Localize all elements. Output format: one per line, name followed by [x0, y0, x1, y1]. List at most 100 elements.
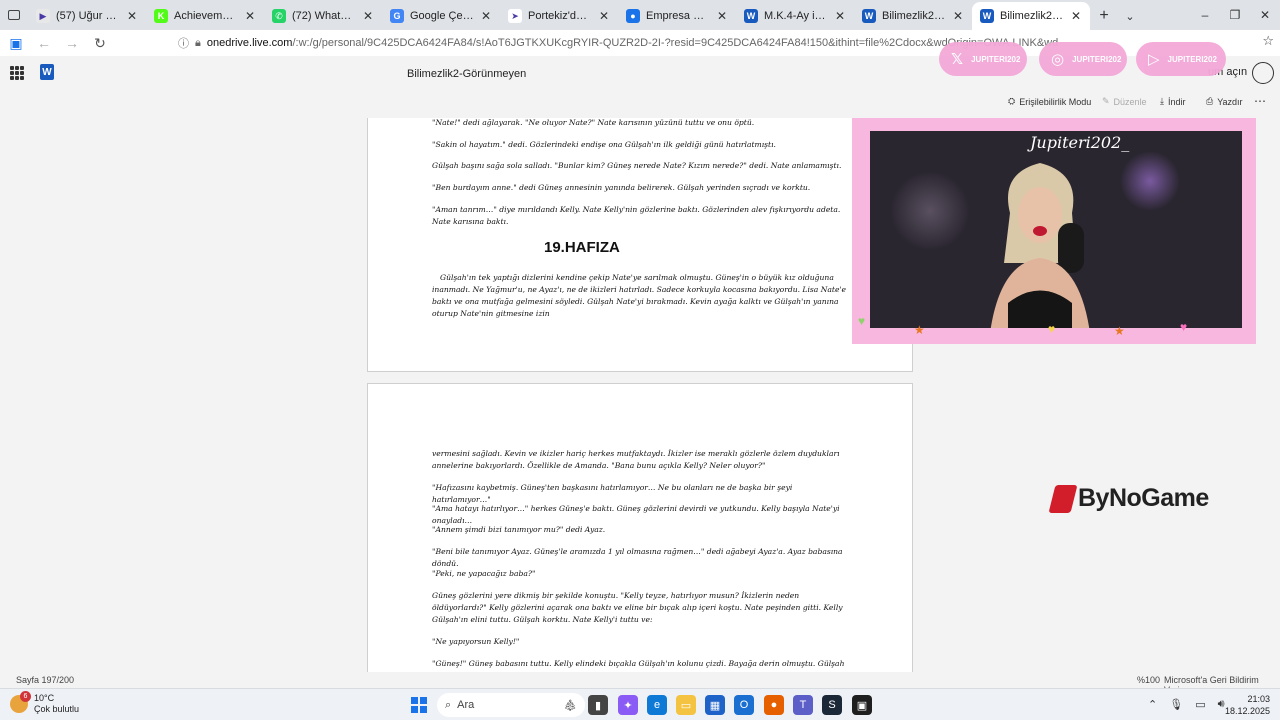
teams-icon[interactable]: T — [793, 695, 813, 715]
browser-tab[interactable]: ● Empresa Online | Servi ✕ — [618, 2, 736, 30]
minimize-icon[interactable]: – — [1190, 0, 1220, 30]
youtube-social-badge: ▷ JUPITERI202 — [1136, 42, 1226, 76]
word-logo-icon[interactable]: W — [40, 64, 54, 80]
zoom-level[interactable]: %100 — [1137, 675, 1160, 685]
new-tab-button[interactable]: + — [1090, 2, 1118, 30]
app-launcher-icon[interactable] — [10, 66, 24, 80]
tab-favicon-icon: ▶ — [36, 9, 50, 23]
back-icon[interactable]: ← — [32, 31, 56, 55]
file-explorer-icon[interactable]: ▭ — [676, 695, 696, 715]
browser-tab[interactable]: ✆ (72) WhatsApp Business ✕ — [264, 2, 382, 30]
stream-name-label: Jupiteri202_ — [1030, 133, 1130, 152]
url-field[interactable]: ⓘ 🔒︎ onedrive.live.com/:w:/g/personal/9C… — [178, 33, 1058, 53]
outlook-icon[interactable]: O — [734, 695, 754, 715]
paragraph: Gülşah başını sağa sola salladı. "Bunlar… — [432, 161, 842, 170]
light-glow — [890, 171, 970, 251]
close-icon[interactable]: ✕ — [1250, 0, 1280, 30]
start-windows-icon[interactable] — [411, 697, 427, 713]
paragraph: vermesini sağladı. Kevin ve ikizler hari… — [432, 449, 840, 470]
tab-close-icon[interactable]: ✕ — [716, 9, 728, 23]
chapter-heading: 19.HAFIZA — [544, 239, 620, 256]
document-page: "Nate!" dedi ağlayarak. "Ne oluyor Nate?… — [367, 118, 913, 372]
tab-label: M.K.4-Ay işiği.docx — [764, 10, 828, 22]
store-icon[interactable]: ▦ — [705, 695, 725, 715]
tab-label: Google Çeviri — [410, 10, 474, 22]
paragraph: "Aman tanrım…" diye mırıldandı Kelly. Na… — [432, 205, 841, 226]
streamer-figure — [990, 163, 1090, 328]
steam-icon[interactable]: S — [822, 695, 842, 715]
browser-tab[interactable]: W M.K.4-Ay işiği.docx ✕ — [736, 2, 854, 30]
avatar[interactable] — [1252, 62, 1274, 84]
microphone-icon[interactable]: 🎙︎ — [1169, 698, 1183, 711]
accessibility-label: Erişilebilirlik Modu — [1019, 96, 1092, 107]
browser-tab[interactable]: K Achievements - Kick Dr ✕ — [146, 2, 264, 30]
clock[interactable]: 21:03 18.12.2025 — [1225, 693, 1270, 717]
instagram-social-badge: ◎ JUPITERI202 — [1039, 42, 1127, 76]
sidebar-icon[interactable]: ▣ — [4, 31, 28, 55]
pencil-icon: ✎ — [1102, 96, 1110, 106]
restore-icon[interactable]: ❐ — [1220, 0, 1250, 30]
tab-label: Achievements - Kick Dr — [174, 10, 238, 22]
edit-button[interactable]: ✎ Düzenle — [1102, 96, 1147, 107]
accessibility-mode-button[interactable]: ⛭ Erişilebilirlik Modu — [1008, 96, 1091, 107]
reload-icon[interactable]: ↻ — [88, 31, 112, 55]
weather-desc: Çok bulutlu — [34, 704, 80, 714]
favorite-star-icon[interactable]: ☆ — [1262, 33, 1274, 49]
browser-tab[interactable]: G Google Çeviri ✕ — [382, 2, 500, 30]
taskbar-search[interactable]: ⌕ Ara 🎄︎ — [437, 693, 585, 717]
tab-close-icon[interactable]: ✕ — [834, 9, 846, 23]
browser-tab[interactable]: ➤ Portekiz'de Yabancı Ola ✕ — [500, 2, 618, 30]
tab-strip: ▶ (57) Uğur Öztürk x Mol ✕ K Achievements - … — [0, 0, 1280, 30]
tab-label: (57) Uğur Öztürk x Mol — [56, 10, 120, 22]
browser-tab[interactable]: W Bilimezlik2-Görünmeye ✕ — [854, 2, 972, 30]
tab-close-icon[interactable]: ✕ — [126, 9, 138, 23]
browser-tab[interactable]: ▶ (57) Uğur Öztürk x Mol ✕ — [28, 2, 146, 30]
tab-label: Bilimezlik2-Görünmeye — [882, 10, 946, 22]
task-view-icon[interactable]: ▮ — [588, 695, 608, 715]
tab-favicon-icon: W — [862, 9, 876, 23]
tab-close-icon[interactable]: ✕ — [480, 9, 492, 23]
weather-widget[interactable]: 6 10°C Çok bulutlu — [10, 691, 80, 715]
browser-tab[interactable]: W Bilimezlik2-Görünmeye ✕ — [972, 2, 1090, 30]
tab-close-icon[interactable]: ✕ — [952, 9, 964, 23]
tab-label: (72) WhatsApp Business — [292, 10, 356, 22]
tab-close-icon[interactable]: ✕ — [244, 9, 256, 23]
tab-close-icon[interactable]: ✕ — [1070, 9, 1082, 23]
paragraph: "Güneş!" Güneş babasını tuttu. Kelly eli… — [432, 659, 845, 672]
tab-close-icon[interactable]: ✕ — [362, 9, 374, 23]
paragraph: Gülşah'ın tek yaptığı dizlerini kendine … — [432, 273, 847, 318]
status-bar: Sayfa 197/200 %100 Microsoft'a Geri Bild… — [0, 672, 1280, 695]
tab-favicon-icon: W — [744, 9, 758, 23]
tab-favicon-icon: ✆ — [272, 9, 286, 23]
tab-actions-icon[interactable] — [0, 0, 28, 30]
forward-icon[interactable]: → — [60, 31, 84, 55]
speaker-icon[interactable]: 🔊︎ — [1218, 698, 1225, 711]
copilot-icon[interactable]: ✦ — [618, 695, 638, 715]
weather-temp: 10°C — [34, 693, 55, 703]
download-button[interactable]: ⤓ İndir — [1160, 96, 1186, 107]
document-title[interactable]: Bilimezlik2-Görünmeyen — [407, 68, 526, 80]
print-button[interactable]: ⎙ Yazdır — [1206, 96, 1243, 107]
stream-camera-overlay: Jupiteri202_ ★ ♥ ★ ♥ ♥ — [852, 118, 1256, 344]
edge-icon[interactable]: e — [647, 695, 667, 715]
display-icon[interactable]: ▭ — [1195, 698, 1205, 711]
tab-list: ▶ (57) Uğur Öztürk x Mol ✕ K Achievements - … — [28, 0, 1090, 30]
search-highlight-icon: 🎄︎ — [563, 699, 577, 712]
paragraph: "Nate!" dedi ağlayarak. "Ne oluyor Nate?… — [432, 118, 755, 127]
tab-label: Portekiz'de Yabancı Ola — [528, 10, 592, 22]
paragraph: "Sakin ol hayatım." dedi. Gözlerindeki e… — [432, 140, 776, 149]
window-controls: – ❐ ✕ — [1190, 0, 1280, 30]
tab-favicon-icon: K — [154, 9, 168, 23]
sponsor-logo: ByNoGame — [1048, 484, 1209, 513]
more-options-icon[interactable]: ⋯ — [1254, 94, 1266, 108]
page-indicator: Sayfa 197/200 — [16, 675, 75, 685]
site-info-icon[interactable]: ⓘ — [178, 35, 189, 51]
tab-close-icon[interactable]: ✕ — [598, 9, 610, 23]
tab-menu-chevron-icon[interactable]: ⌄ — [1118, 2, 1142, 30]
paragraph: "Ne yapıyorsun Kelly!" — [432, 637, 520, 646]
terminal-icon[interactable]: ▣ — [852, 695, 872, 715]
firefox-icon[interactable]: ● — [764, 695, 784, 715]
paragraph: "Beni bile tanımıyor Ayaz. Güneş'le aram… — [432, 547, 843, 568]
print-label: Yazdır — [1217, 96, 1243, 107]
chevron-up-icon[interactable]: ⌃ — [1148, 698, 1157, 711]
